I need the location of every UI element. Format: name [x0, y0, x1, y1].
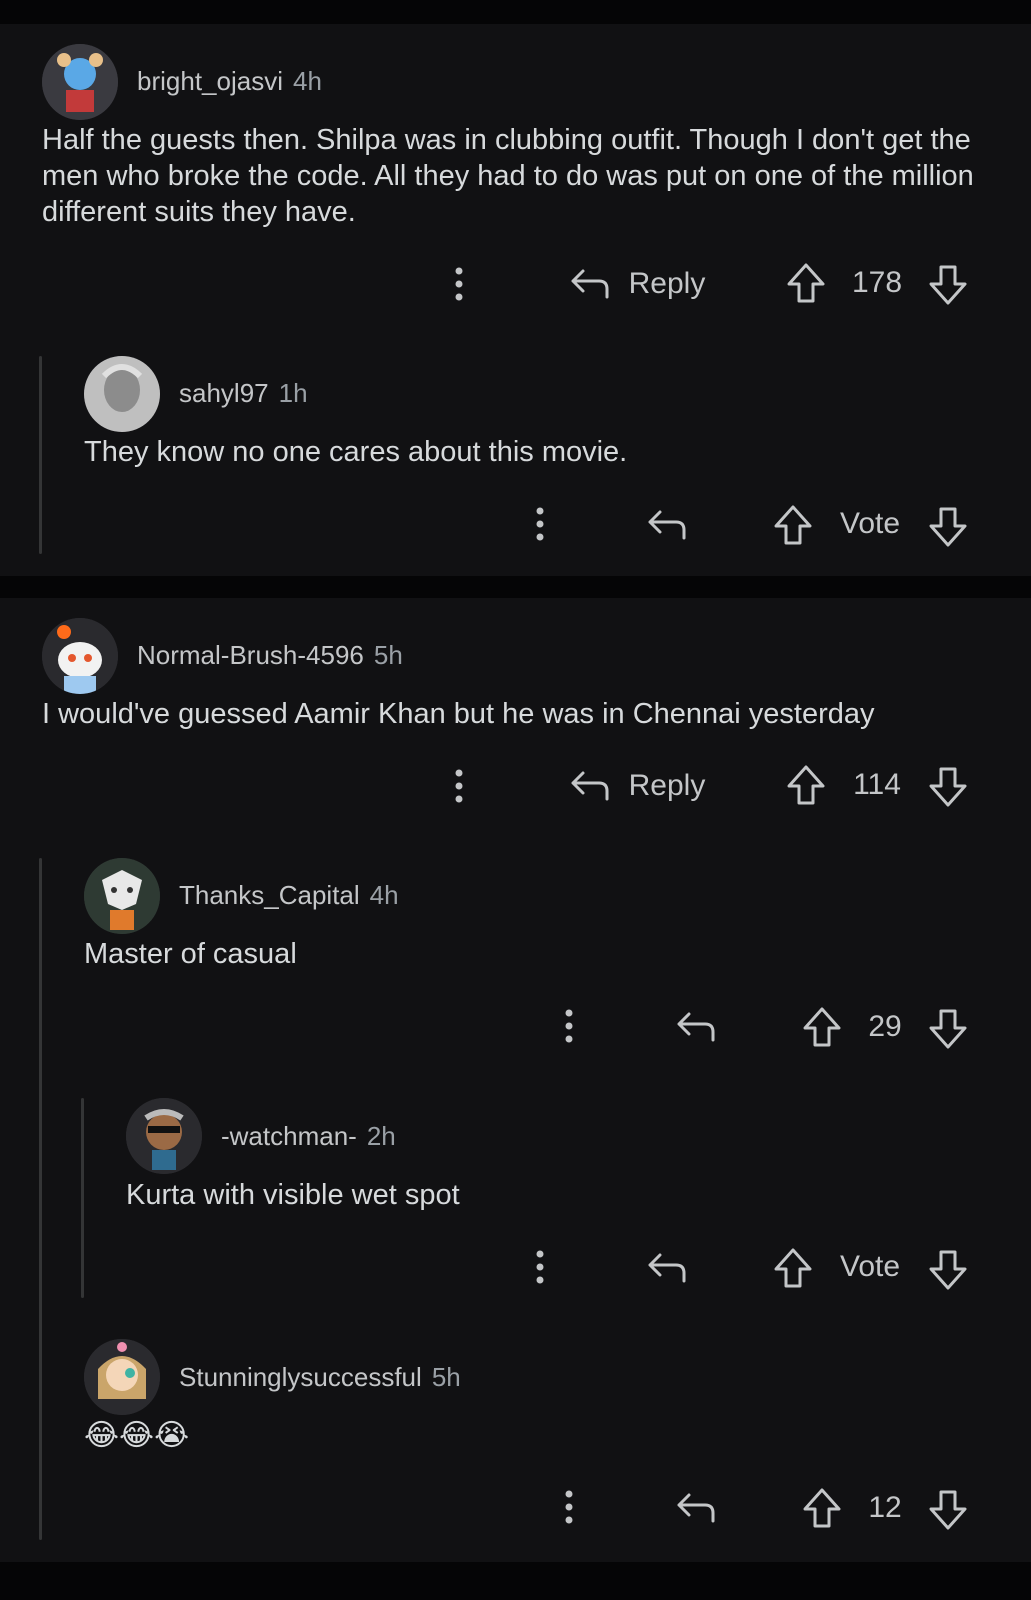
top-bar	[0, 0, 1031, 24]
more-vertical-icon	[564, 1009, 574, 1043]
upvote-button[interactable]	[800, 1002, 844, 1052]
username[interactable]: Stunninglysuccessful	[179, 1362, 422, 1392]
vote-count: 29	[868, 1010, 902, 1043]
upvote-arrow-icon	[786, 262, 826, 304]
upvote-button[interactable]	[771, 1243, 815, 1293]
avatar[interactable]	[84, 1339, 160, 1415]
reply-arrow-icon	[646, 508, 688, 542]
vote-label: Vote	[839, 507, 901, 540]
reply-button[interactable]	[642, 500, 692, 550]
comment-body: Master of casual	[84, 938, 297, 970]
upvote-arrow-icon	[802, 1006, 842, 1048]
comment-age: 4h	[369, 880, 399, 910]
vote-count: 178	[851, 266, 903, 299]
comment-thread-1	[0, 24, 1031, 576]
username[interactable]: -watchman-	[221, 1121, 357, 1151]
thread-line[interactable]	[39, 356, 42, 554]
more-vertical-icon	[535, 1250, 545, 1284]
reply-arrow-icon	[675, 1491, 717, 1525]
username[interactable]: bright_ojasvi	[137, 66, 283, 96]
downvote-button[interactable]	[926, 1245, 970, 1295]
upvote-arrow-icon	[773, 1247, 813, 1289]
upvote-button[interactable]	[784, 258, 828, 308]
reply-arrow-icon	[675, 1010, 717, 1044]
comment-meta: bright_ojasvi 4h	[137, 66, 322, 97]
thread-line[interactable]	[39, 858, 42, 1540]
upvote-button[interactable]	[784, 760, 828, 810]
comment-meta: Normal-Brush-4596 5h	[137, 640, 403, 671]
comment-age: 2h	[366, 1121, 396, 1151]
more-options-button[interactable]	[552, 1004, 586, 1048]
downvote-arrow-icon	[928, 766, 968, 808]
reply-arrow-icon	[569, 267, 611, 301]
upvote-button[interactable]	[800, 1483, 844, 1533]
downvote-button[interactable]	[926, 1004, 970, 1054]
avatar[interactable]	[126, 1098, 202, 1174]
downvote-arrow-icon	[928, 1008, 968, 1050]
avatar[interactable]	[42, 618, 118, 694]
more-options-button[interactable]	[523, 1245, 557, 1289]
thread-line[interactable]	[81, 1098, 84, 1298]
downvote-arrow-icon	[928, 264, 968, 306]
username[interactable]: Thanks_Capital	[179, 880, 360, 910]
upvote-button[interactable]	[771, 500, 815, 550]
vote-label: Vote	[839, 1250, 901, 1283]
comment-body: Half the guests then. Shilpa was in club…	[42, 124, 974, 228]
thread-separator	[0, 576, 1031, 598]
reply-button[interactable]: Reply	[562, 258, 712, 310]
more-options-button[interactable]	[442, 262, 476, 306]
comment-meta: sahyl97 1h	[179, 378, 308, 409]
upvote-arrow-icon	[802, 1487, 842, 1529]
upvote-arrow-icon	[786, 764, 826, 806]
downvote-button[interactable]	[926, 502, 970, 552]
comment-age: 1h	[278, 378, 308, 408]
username[interactable]: sahyl97	[179, 378, 269, 408]
more-vertical-icon	[564, 1490, 574, 1524]
more-vertical-icon	[454, 267, 464, 301]
vote-count: 12	[868, 1491, 902, 1524]
username[interactable]: Normal-Brush-4596	[137, 640, 364, 670]
reply-label: Reply	[628, 769, 706, 802]
more-options-button[interactable]	[552, 1485, 586, 1529]
downvote-arrow-icon	[928, 1489, 968, 1531]
avatar[interactable]	[84, 356, 160, 432]
reply-button[interactable]	[642, 1243, 692, 1293]
downvote-arrow-icon	[928, 506, 968, 548]
reply-button[interactable]	[671, 1002, 721, 1052]
comment-meta: Stunninglysuccessful 5h	[179, 1362, 461, 1393]
more-vertical-icon	[535, 507, 545, 541]
upvote-arrow-icon	[773, 504, 813, 546]
comment-body: They know no one cares about this movie.	[84, 436, 628, 468]
avatar[interactable]	[42, 44, 118, 120]
emoji-text: 😂😂😭	[84, 1418, 190, 1453]
more-vertical-icon	[454, 769, 464, 803]
comment-body: Kurta with visible wet spot	[126, 1179, 460, 1211]
comment-age: 5h	[431, 1362, 461, 1392]
comment-body: 😂😂😭	[84, 1418, 189, 1454]
comment-age: 4h	[292, 66, 322, 96]
comment-meta: -watchman- 2h	[221, 1121, 396, 1152]
reply-button[interactable]: Reply	[562, 760, 712, 812]
downvote-button[interactable]	[926, 762, 970, 812]
reply-arrow-icon	[646, 1251, 688, 1285]
reply-label: Reply	[628, 267, 706, 300]
more-options-button[interactable]	[442, 764, 476, 808]
reply-button[interactable]	[671, 1483, 721, 1533]
reply-arrow-icon	[569, 769, 611, 803]
downvote-button[interactable]	[926, 260, 970, 310]
vote-count: 114	[853, 768, 901, 801]
more-options-button[interactable]	[523, 502, 557, 546]
downvote-arrow-icon	[928, 1249, 968, 1291]
comment-meta: Thanks_Capital 4h	[179, 880, 399, 911]
comment-age: 5h	[373, 640, 403, 670]
avatar[interactable]	[84, 858, 160, 934]
bottom-bar	[0, 1562, 1031, 1600]
comment-body: I would've guessed Aamir Khan but he was…	[42, 698, 875, 730]
downvote-button[interactable]	[926, 1485, 970, 1535]
